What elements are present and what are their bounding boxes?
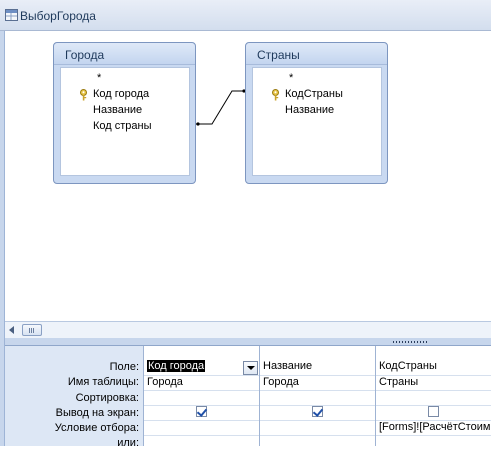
primary-key-icon bbox=[80, 89, 87, 101]
field-item[interactable]: Код города bbox=[61, 87, 181, 103]
table-name: Города bbox=[65, 48, 105, 62]
field-item[interactable]: Название bbox=[253, 103, 373, 119]
table-cell[interactable]: Города bbox=[263, 376, 299, 388]
field-cell[interactable]: Код города bbox=[147, 360, 206, 372]
row-label-criteria: Условие отбора: bbox=[54, 422, 139, 434]
primary-key-icon bbox=[272, 89, 279, 101]
criteria-cell[interactable]: [Forms]![РасчётСтоим bbox=[379, 421, 491, 433]
show-checkbox[interactable] bbox=[196, 406, 207, 417]
field-item[interactable]: * bbox=[61, 71, 181, 87]
field-cell[interactable]: Название bbox=[263, 360, 312, 372]
pane-splitter[interactable] bbox=[5, 338, 491, 346]
horizontal-scrollbar[interactable] bbox=[5, 321, 491, 338]
scroll-left-icon[interactable] bbox=[9, 326, 14, 334]
window-title-bar: ВыборГорода bbox=[0, 0, 491, 31]
field-item[interactable]: Код страны bbox=[61, 119, 181, 135]
show-checkbox[interactable] bbox=[428, 406, 439, 417]
field-item[interactable]: * bbox=[253, 71, 373, 87]
table-cell[interactable]: Страны bbox=[379, 376, 491, 388]
grid-row-labels: Поле: Имя таблицы: Сортировка: Вывод на … bbox=[5, 346, 143, 449]
table-design-area[interactable]: Города * Код города Название Код страны bbox=[5, 31, 491, 321]
grid-column-1[interactable]: Код города Города bbox=[143, 346, 259, 446]
table-name: Страны bbox=[257, 48, 300, 62]
table-cell[interactable]: Города bbox=[147, 376, 183, 388]
grid-column-3[interactable]: КодСтраны Страны [Forms]![РасчётСтоим bbox=[375, 346, 491, 446]
window-title: ВыборГорода bbox=[20, 9, 96, 23]
field-list[interactable]: * Код города Название Код страны bbox=[60, 67, 190, 176]
table-strany-header[interactable]: Страны bbox=[246, 43, 387, 65]
query-icon bbox=[5, 9, 18, 21]
field-dropdown-icon[interactable] bbox=[243, 361, 258, 375]
field-item[interactable]: КодСтраны bbox=[253, 87, 373, 103]
field-cell[interactable]: КодСтраны bbox=[379, 360, 491, 372]
field-list[interactable]: * КодСтраны Название bbox=[252, 67, 382, 176]
splitter-grip-icon[interactable] bbox=[393, 341, 427, 343]
row-label-show: Вывод на экран: bbox=[55, 407, 139, 419]
show-checkbox[interactable] bbox=[312, 406, 323, 417]
row-label-field: Поле: bbox=[109, 361, 139, 373]
table-goroda-header[interactable]: Города bbox=[54, 43, 195, 65]
table-strany[interactable]: Страны * КодСтраны Название bbox=[245, 42, 388, 184]
row-label-sort: Сортировка: bbox=[75, 392, 139, 404]
row-label-or: или: bbox=[117, 437, 139, 449]
table-goroda[interactable]: Города * Код города Название Код страны bbox=[53, 42, 196, 184]
grid-column-2[interactable]: Название Города bbox=[259, 346, 375, 446]
query-design-grid[interactable]: Поле: Имя таблицы: Сортировка: Вывод на … bbox=[5, 346, 491, 449]
row-label-table: Имя таблицы: bbox=[67, 376, 139, 388]
scrollbar-thumb[interactable] bbox=[22, 324, 42, 336]
field-item[interactable]: Название bbox=[61, 103, 181, 119]
